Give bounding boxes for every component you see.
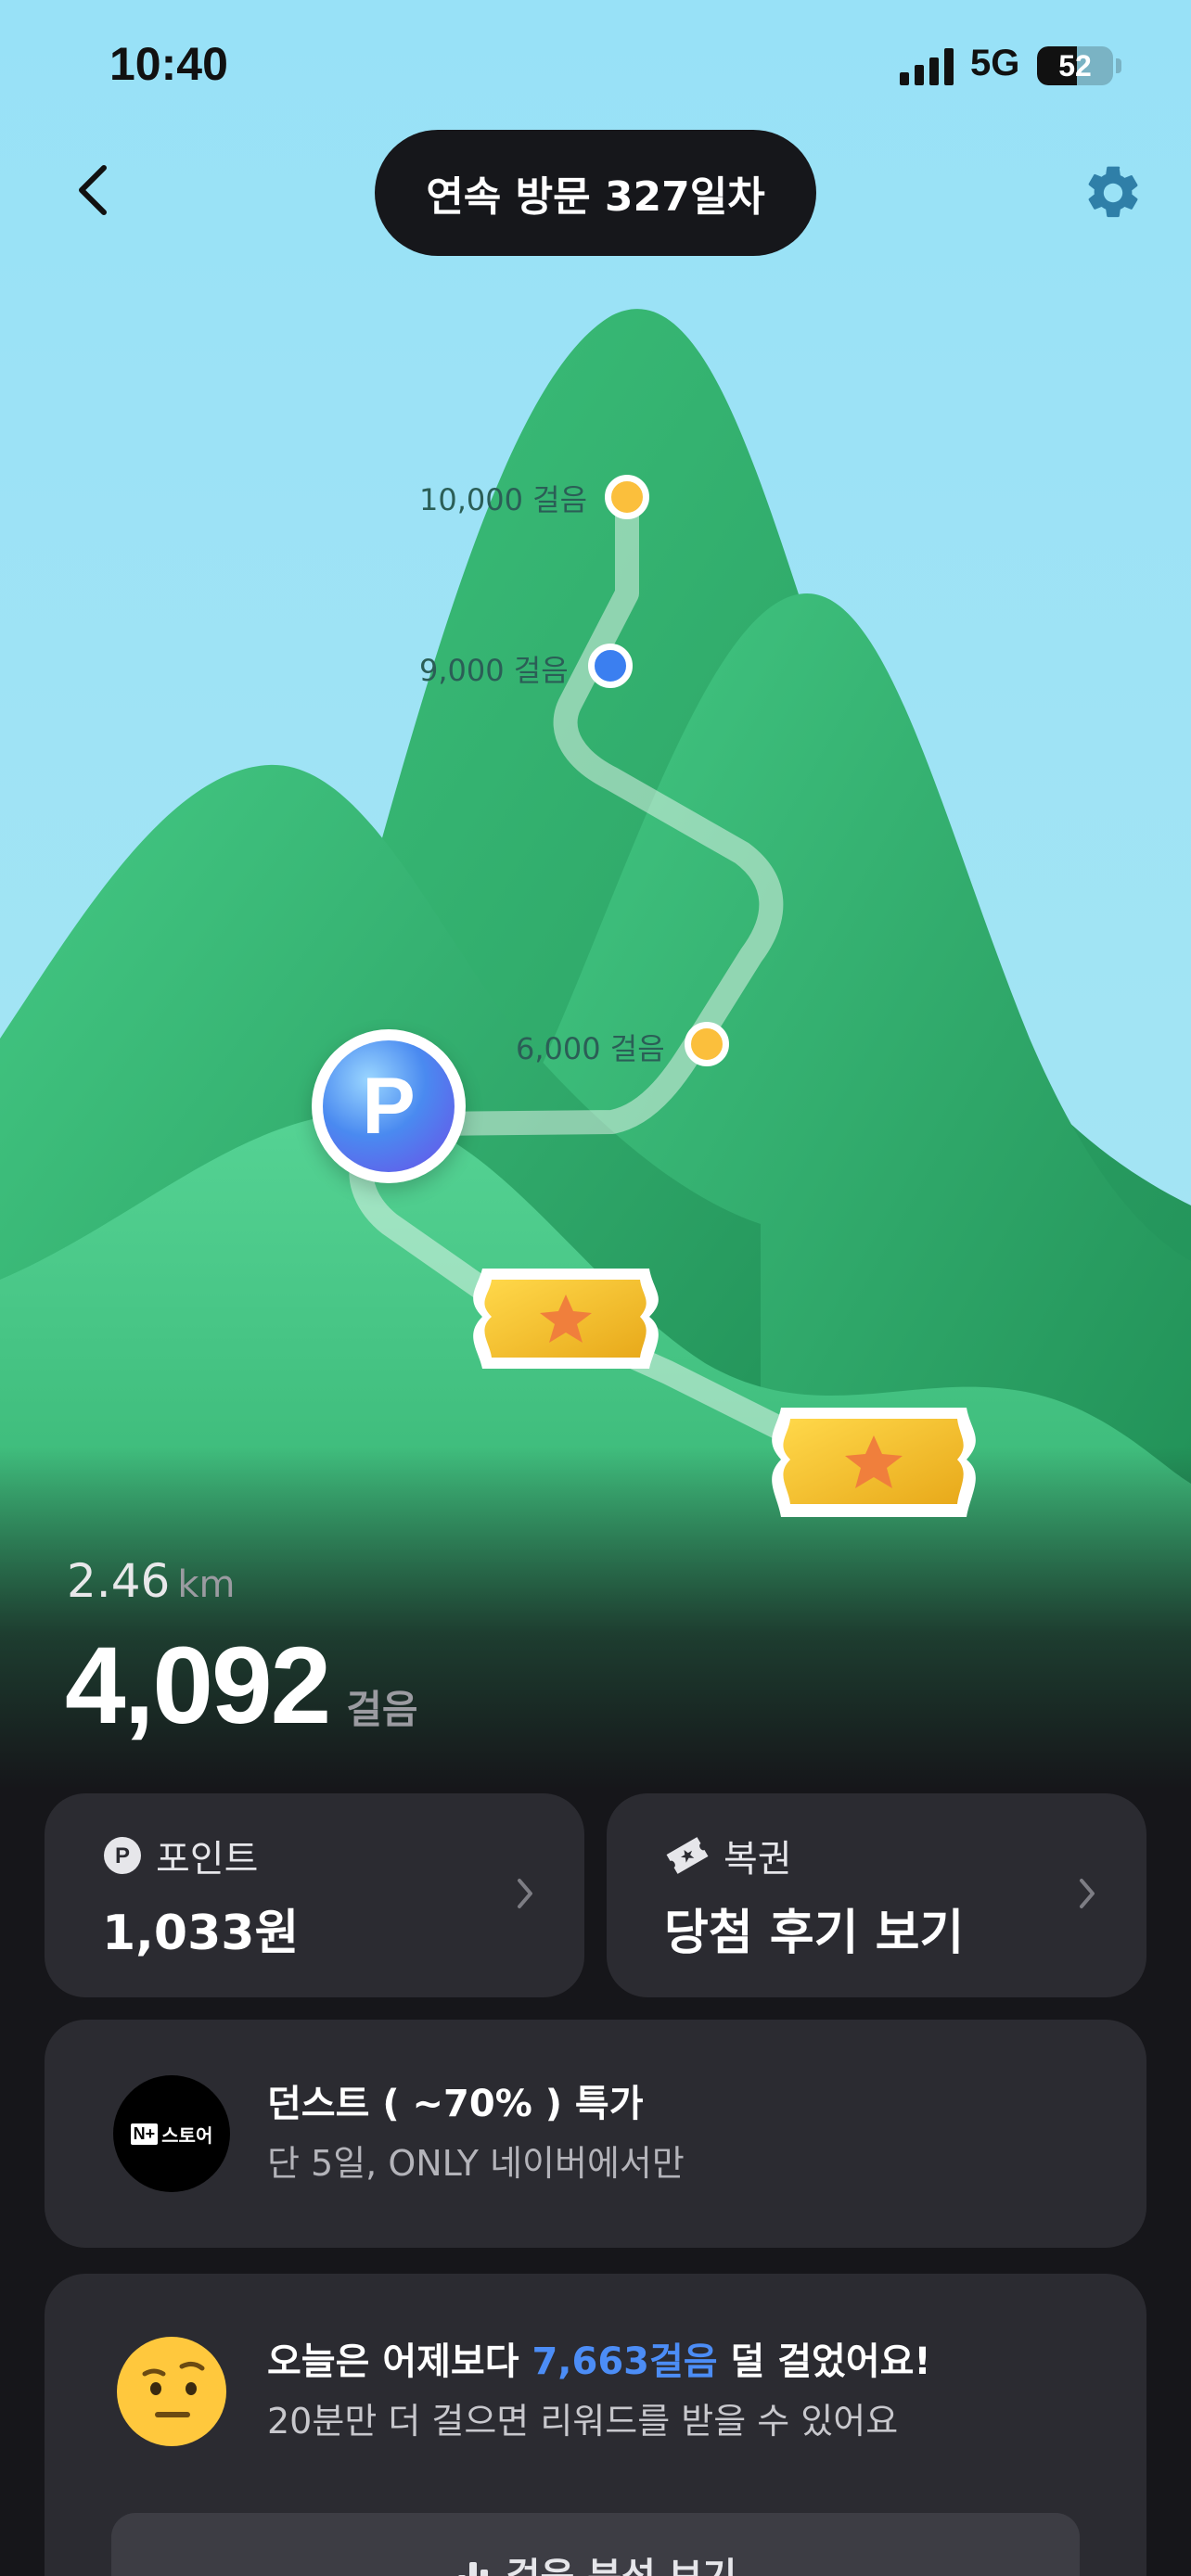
- chevron-left-icon: [79, 165, 107, 215]
- gear-icon: [1088, 166, 1138, 218]
- face-features: [142, 2361, 205, 2417]
- back-button[interactable]: [56, 148, 130, 232]
- mountain-illustration: [0, 0, 1191, 1790]
- status-bar: 10:40 5G 52: [0, 0, 1191, 130]
- points-label: 포인트: [156, 1838, 259, 1881]
- signal-icon: [900, 48, 954, 85]
- distance-value: 2.46: [67, 1554, 171, 1608]
- visit-streak-pill[interactable]: 연속 방문 327일차: [375, 130, 816, 256]
- compare-subtitle: 20분만 더 걸으면 리워드를 받을 수 있어요: [267, 2401, 899, 2442]
- milestone-label-9000: 9,000 걸음: [419, 653, 569, 688]
- points-card[interactable]: P 포인트 1,033원: [45, 1793, 584, 1997]
- lottery-card[interactable]: 복권 당첨 후기 보기: [607, 1793, 1146, 1997]
- steps-count: 4,092: [65, 1625, 331, 1747]
- status-time: 10:40: [109, 38, 228, 90]
- step-compare-card: 오늘은 어제보다 7,663걸음 덜 걸었어요! 20분만 더 걸으면 리워드를…: [45, 2274, 1146, 2576]
- compare-title-suffix: 덜 걸었어요!: [717, 2340, 931, 2383]
- mountain-scene: 10,000 걸음 9,000 걸음 6,000 걸음 P 2.46 km 4,0…: [0, 0, 1191, 1790]
- battery-percent: 52: [1058, 49, 1092, 83]
- compare-title-prefix: 오늘은 어제보다: [267, 2340, 532, 2383]
- promo-card[interactable]: N+ 스토어 던스트 ( ~70% ) 특가 단 5일, ONLY 네이버에서만: [45, 2020, 1146, 2248]
- store-logo-badge: N+: [130, 2123, 159, 2145]
- bar-chart-icon: [457, 2562, 488, 2576]
- step-analysis-button[interactable]: 걸음 분석 보기: [111, 2513, 1080, 2576]
- steps-unit: 걸음: [346, 1687, 418, 1732]
- points-label-row: P 포인트: [102, 1829, 258, 1882]
- svg-text:P: P: [115, 1843, 130, 1868]
- point-p-icon: P: [104, 1837, 141, 1874]
- point-badge[interactable]: P: [312, 1029, 466, 1183]
- milestone-label-10000: 10,000 걸음: [419, 482, 588, 517]
- chevron-right-icon: [518, 1879, 532, 1908]
- network-label: 5G: [970, 43, 1020, 83]
- step-analysis-label: 걸음 분석 보기: [506, 2546, 737, 2576]
- ticket-icon: [666, 1837, 709, 1874]
- battery-icon: 52: [1037, 46, 1113, 85]
- lottery-label-row: 복권: [664, 1829, 792, 1882]
- promo-subtitle: 단 5일, ONLY 네이버에서만: [267, 2143, 685, 2184]
- naver-store-logo: N+ 스토어: [113, 2075, 230, 2192]
- store-logo-text: 스토어: [161, 2123, 213, 2147]
- battery-tip: [1116, 58, 1121, 73]
- milestone-marker-9000: [588, 644, 633, 688]
- chevron-right-icon: [1080, 1879, 1095, 1908]
- point-badge-letter: P: [323, 1040, 455, 1172]
- skeptical-face-icon: [117, 2337, 226, 2446]
- points-value: 1,033원: [102, 1906, 300, 1961]
- milestone-marker-10000: [605, 475, 649, 519]
- ticket-star-icon[interactable]: [473, 1269, 659, 1369]
- settings-button[interactable]: [1076, 156, 1150, 230]
- distance-readout: 2.46 km: [67, 1554, 235, 1608]
- lottery-value: 당첨 후기 보기: [664, 1906, 965, 1961]
- promo-title: 던스트 ( ~70% ) 특가: [267, 2083, 644, 2125]
- lottery-label: 복권: [724, 1838, 792, 1881]
- milestone-label-6000: 6,000 걸음: [516, 1031, 665, 1066]
- compare-title: 오늘은 어제보다 7,663걸음 덜 걸었어요!: [267, 2331, 931, 2385]
- distance-unit: km: [177, 1563, 236, 1606]
- milestone-marker-6000: [685, 1022, 729, 1066]
- ticket-star-icon[interactable]: [772, 1408, 976, 1517]
- steps-readout: 4,092 걸음: [65, 1623, 418, 1749]
- compare-step-difference: 7,663걸음: [531, 2340, 718, 2383]
